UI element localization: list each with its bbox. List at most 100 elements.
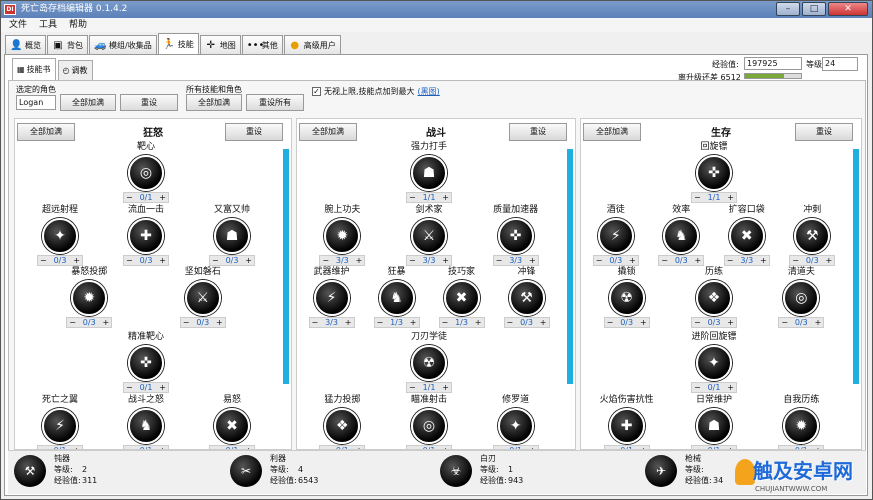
increment-button[interactable]: + <box>356 256 363 265</box>
column-reset-button[interactable]: 重设 <box>509 123 567 141</box>
role-reset-button[interactable]: 重设 <box>120 94 178 111</box>
subtab-label: 技能书 <box>26 65 51 74</box>
decrement-button[interactable]: − <box>496 256 503 265</box>
decrement-button[interactable]: − <box>409 193 416 202</box>
column-scrollbar[interactable] <box>567 149 573 384</box>
level-spinner[interactable]: 24 <box>822 57 858 71</box>
maximize-button[interactable]: □ <box>802 2 826 16</box>
increment-button[interactable]: + <box>245 256 252 265</box>
decrement-button[interactable]: − <box>607 318 614 327</box>
increment-button[interactable]: + <box>159 256 166 265</box>
minimize-button[interactable]: – <box>776 2 800 16</box>
increment-button[interactable]: + <box>695 256 702 265</box>
tab-skills[interactable]: 🏃 技能 <box>157 33 199 55</box>
subtab-label: 调教 <box>71 66 88 75</box>
tab-skillbook[interactable]: ▦ 技能书 <box>12 58 56 80</box>
increment-button[interactable]: + <box>529 256 536 265</box>
increment-button[interactable]: + <box>826 256 833 265</box>
close-button[interactable]: ✕ <box>828 2 868 16</box>
increment-button[interactable]: + <box>629 256 636 265</box>
increment-button[interactable]: + <box>727 318 734 327</box>
decrement-button[interactable]: − <box>126 256 133 265</box>
skill-points: 1/1 <box>422 193 436 202</box>
decrement-button[interactable]: − <box>694 383 701 392</box>
menu-tools[interactable]: 工具 <box>39 18 57 32</box>
skill-points-stepper: −3/3 + <box>723 255 770 266</box>
skill-node: 暴怒投掷 ✹ −0/3 + <box>49 266 129 328</box>
skill-icon: ☢ <box>411 345 447 381</box>
skill-node: 撬锁 ☢ −0/3 + <box>587 266 667 328</box>
increment-button[interactable]: + <box>475 318 482 327</box>
column-reset-button[interactable]: 重设 <box>795 123 853 141</box>
tab-map[interactable]: ✛ 地图 <box>199 35 241 55</box>
skill-icon: ✦ <box>696 345 732 381</box>
tab-tune[interactable]: ◴ 调教 <box>57 60 93 80</box>
increment-button[interactable]: + <box>216 318 223 327</box>
tab-mods[interactable]: 🚙 模组/收集品 <box>89 35 157 55</box>
increment-button[interactable]: + <box>727 383 734 392</box>
increment-button[interactable]: + <box>410 318 417 327</box>
column-reset-button[interactable]: 重设 <box>225 123 283 141</box>
skill-points-stepper: −0/3 + <box>789 255 836 266</box>
role-max-all-button[interactable]: 全部加满 <box>60 94 116 111</box>
tab-backpack[interactable]: ▣ 背包 <box>47 35 88 55</box>
decrement-button[interactable]: − <box>40 256 47 265</box>
increment-button[interactable]: + <box>540 318 547 327</box>
decrement-button[interactable]: − <box>409 256 416 265</box>
role-select[interactable]: Logan <box>16 95 56 110</box>
decrement-button[interactable]: − <box>507 318 514 327</box>
ignore-limit-link[interactable]: (黑图) <box>418 86 440 97</box>
tab-overview[interactable]: 👤 概览 <box>5 35 46 55</box>
decrement-button[interactable]: − <box>409 383 416 392</box>
tab-advanced[interactable]: ● 高级用户 <box>283 35 341 55</box>
decrement-button[interactable]: − <box>781 318 788 327</box>
decrement-button[interactable]: − <box>442 318 449 327</box>
reset-all-button[interactable]: 重设所有 <box>246 94 304 111</box>
column-scrollbar[interactable] <box>853 149 859 384</box>
skill-name: 刀刃学徒 <box>410 332 447 342</box>
skill-node: 历练 ❖ −0/3 + <box>674 266 754 328</box>
decrement-button[interactable]: − <box>183 318 190 327</box>
increment-button[interactable]: + <box>103 318 110 327</box>
weapon-stat: ✂ 利器 等级: 4 经验值:6543 <box>230 453 430 493</box>
decrement-button[interactable]: − <box>377 318 384 327</box>
decrement-button[interactable]: − <box>792 256 799 265</box>
decrement-button[interactable]: − <box>126 383 133 392</box>
decrement-button[interactable]: − <box>661 256 668 265</box>
increment-button[interactable]: + <box>442 256 449 265</box>
weapon-xp-label: 经验值: <box>54 476 81 485</box>
column-scrollbar[interactable] <box>283 149 289 384</box>
increment-button[interactable]: + <box>815 318 822 327</box>
grid-icon: ▦ <box>17 65 25 74</box>
all-max-button[interactable]: 全部加满 <box>186 94 242 111</box>
decrement-button[interactable]: − <box>312 318 319 327</box>
decrement-button[interactable]: − <box>596 256 603 265</box>
increment-button[interactable]: + <box>159 383 166 392</box>
skill-points-stepper: −0/3 + <box>179 317 226 328</box>
skill-name: 坚如磐石 <box>184 267 221 277</box>
tab-other[interactable]: ••• 其他 <box>241 35 283 55</box>
increment-button[interactable]: + <box>442 193 449 202</box>
increment-button[interactable]: + <box>640 318 647 327</box>
increment-button[interactable]: + <box>727 193 734 202</box>
menu-file[interactable]: 文件 <box>9 18 27 32</box>
decrement-button[interactable]: − <box>694 318 701 327</box>
decrement-button[interactable]: − <box>69 318 76 327</box>
ignore-limit-checkbox[interactable]: ✓ <box>312 87 321 96</box>
skill-points-stepper: −0/3 + <box>66 317 113 328</box>
xp-input[interactable]: 197925 <box>744 57 802 70</box>
decrement-button[interactable]: − <box>727 256 734 265</box>
decrement-button[interactable]: − <box>212 256 219 265</box>
skill-icon: ✜ <box>497 218 534 254</box>
decrement-button[interactable]: − <box>322 256 329 265</box>
decrement-button[interactable]: − <box>694 193 701 202</box>
skill-node: 超远射程 ✦ −0/3 + <box>20 204 100 266</box>
increment-button[interactable]: + <box>442 383 449 392</box>
title-bar: DI 死亡岛存档编辑器 0.1.4.2 – □ ✕ <box>1 1 872 18</box>
menu-help[interactable]: 帮助 <box>69 18 87 32</box>
increment-button[interactable]: + <box>345 318 352 327</box>
increment-button[interactable]: + <box>73 256 80 265</box>
increment-button[interactable]: + <box>760 256 767 265</box>
increment-button[interactable]: + <box>159 193 166 202</box>
decrement-button[interactable]: − <box>126 193 133 202</box>
